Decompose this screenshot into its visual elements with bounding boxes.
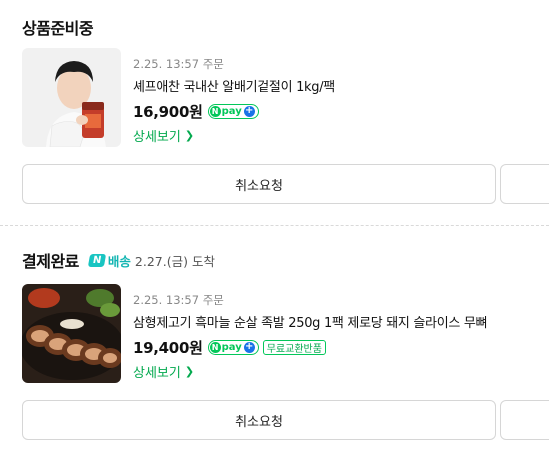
free-return-badge: 무료교환반품 [262, 339, 326, 355]
product-name[interactable]: 셰프애찬 국내산 알배기겉절이 1kg/팩 [133, 76, 549, 95]
naver-delivery-icon: N [87, 253, 107, 267]
order-date: 2.25. 13:57 주문 [133, 293, 224, 307]
detail-link[interactable]: 상세보기 ❯ [133, 362, 194, 381]
product-item: 2.25. 13:57 주문 삼형제고기 흑마늘 순살 족발 250g 1팩 제… [22, 284, 549, 384]
product-item: 2.25. 13:57 주문 셰프애찬 국내산 알배기겉절이 1kg/팩 16,… [22, 48, 549, 148]
npay-badge-icon: Npay + [207, 103, 259, 119]
detail-link-label: 상세보기 [133, 366, 181, 381]
npay-badge-icon: Npay + [207, 339, 259, 355]
detail-link[interactable]: 상세보기 ❯ [133, 126, 194, 145]
section-divider [0, 225, 549, 226]
product-name[interactable]: 삼형제고기 흑마늘 순살 족발 250g 1팩 제로당 돼지 슬라이스 무뼈 [133, 312, 549, 331]
product-price: 19,400원 [133, 338, 203, 357]
section-header: 결제완료 N 배송 2.27.(금) 도착 [22, 250, 215, 271]
price-row: 16,900원 Npay + [133, 101, 549, 121]
delivery-label: 배송 [107, 253, 131, 269]
product-thumbnail[interactable] [22, 48, 121, 147]
product-thumbnail[interactable] [22, 284, 121, 383]
delivery-info: N 배송 2.27.(금) 도착 [87, 251, 215, 270]
kimchi-model-image [22, 48, 121, 147]
product-price: 16,900원 [133, 102, 203, 121]
order-section-preparing: 상품준비중 2.25. 13:57 주문 셰프애찬 국내산 알배기겉절이 1kg… [0, 0, 549, 225]
delivery-date: 2.27.(금) 도착 [134, 253, 215, 269]
order-section-paid: 결제완료 N 배송 2.27.(금) 도착 2.25. 13:57 주문 삼형제… [0, 228, 549, 458]
section-title: 결제완료 [22, 252, 79, 271]
jokbal-dish-image [22, 284, 121, 383]
secondary-button[interactable] [500, 400, 549, 440]
chevron-right-icon: ❯ [184, 129, 195, 142]
section-title: 상품준비중 [22, 19, 94, 38]
price-row: 19,400원 Npay + 무료교환반품 [133, 337, 549, 357]
product-info: 2.25. 13:57 주문 셰프애찬 국내산 알배기겉절이 1kg/팩 16,… [133, 56, 549, 145]
cancel-request-button[interactable]: 취소요청 [22, 164, 496, 204]
product-info: 2.25. 13:57 주문 삼형제고기 흑마늘 순살 족발 250g 1팩 제… [133, 292, 549, 381]
chevron-right-icon: ❯ [184, 365, 195, 378]
order-date: 2.25. 13:57 주문 [133, 57, 224, 71]
cancel-request-button[interactable]: 취소요청 [22, 400, 496, 440]
secondary-button[interactable] [500, 164, 549, 204]
detail-link-label: 상세보기 [133, 130, 181, 145]
